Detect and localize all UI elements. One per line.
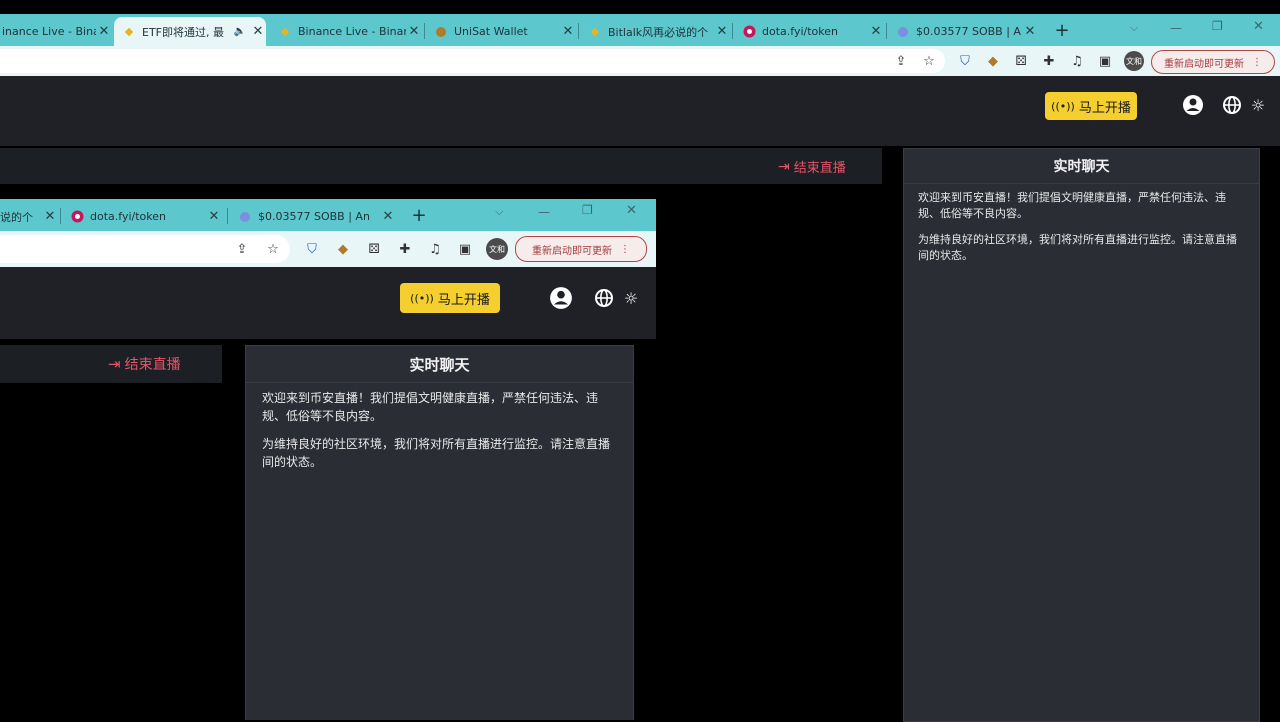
close-icon[interactable]: ✕	[714, 24, 730, 39]
globe-icon	[896, 25, 910, 39]
close-icon[interactable]: ✕	[206, 209, 222, 224]
binance-icon	[278, 25, 292, 39]
inner-new-tab-button[interactable]: +	[409, 203, 429, 227]
close-icon[interactable]: ✕	[868, 24, 884, 39]
top-black-strip	[0, 0, 1280, 14]
inner-address-toolbar: ⇪ ☆ ⛉ ◆ ⚄ ✚ ♫ ▣ 文和 重新启动即可更新 ⋮	[0, 231, 656, 267]
close-icon[interactable]: ✕	[406, 24, 422, 39]
restore-icon[interactable]: ❐	[1212, 19, 1223, 33]
share-icon[interactable]: ⇪	[892, 52, 910, 70]
inner-tab-dota[interactable]: dota.fyi/token ✕	[62, 202, 222, 231]
avatar[interactable]: 文和	[486, 238, 508, 260]
star-icon[interactable]: ☆	[920, 52, 938, 70]
chevron-down-icon[interactable]: ⌵	[495, 205, 503, 219]
unisat-ext-icon[interactable]: ◆	[984, 52, 1002, 70]
dota-icon	[70, 210, 84, 224]
inner-stream-video	[0, 383, 222, 720]
restart-update-button[interactable]: 重新启动即可更新 ⋮	[1151, 50, 1275, 74]
playlist-icon[interactable]: ♫	[1068, 52, 1086, 70]
chat-title: 实时聊天	[246, 346, 633, 383]
binance-icon	[588, 25, 602, 39]
close-icon[interactable]: ✕	[1022, 24, 1038, 39]
extension-dice-icon[interactable]: ⚄	[1012, 52, 1030, 70]
unisat-icon	[434, 25, 448, 39]
close-icon[interactable]: ✕	[380, 209, 396, 224]
close-icon[interactable]: ✕	[250, 24, 266, 39]
chat-message: 欢迎来到币安直播！我们提倡文明健康直播，严禁任何违法、违规、低俗等不良内容。	[918, 191, 1226, 220]
chevron-down-icon[interactable]: ⌵	[1130, 21, 1138, 35]
close-icon[interactable]: ✕	[42, 209, 58, 224]
restore-icon[interactable]: ❐	[582, 203, 593, 217]
globe-icon	[238, 210, 252, 224]
inner-restart-update-button[interactable]: 重新启动即可更新 ⋮	[515, 236, 647, 262]
kebab-menu-icon[interactable]: ⋮	[1252, 57, 1262, 68]
inner-tab-sobb[interactable]: $0.03577 SOBB | An ✕	[230, 202, 396, 231]
chat-message: 为维持良好的社区环境，我们将对所有直播进行监控。请注意直播间的状态。	[262, 437, 611, 469]
tab-unisat[interactable]: UniSat Wallet ✕	[426, 17, 576, 46]
sidepanel-icon[interactable]: ▣	[456, 240, 474, 258]
live-chat-panel: 实时聊天 欢迎来到币安直播！我们提倡文明健康直播，严禁任何违法、违规、低俗等不良…	[903, 148, 1260, 722]
address-toolbar: ⇪ ☆ ⛉ ◆ ⚄ ✚ ♫ ▣ 文和 重新启动即可更新 ⋮	[0, 46, 1280, 76]
minimize-icon[interactable]: —	[538, 205, 550, 219]
user-icon[interactable]	[549, 286, 573, 310]
tab-dota[interactable]: dota.fyi/token ✕	[734, 17, 884, 46]
avatar[interactable]: 文和	[1124, 51, 1144, 71]
close-window-icon[interactable]: ✕	[1253, 19, 1264, 34]
minimize-icon[interactable]: —	[1170, 21, 1182, 35]
unisat-ext-icon[interactable]: ◆	[334, 240, 352, 258]
tab-strip: inance Live - Binan ✕ ETF即将通过, 最 🔈 ✕ Bin…	[0, 14, 1280, 46]
dota-icon	[742, 25, 756, 39]
tab-bitlalk[interactable]: Bitlalk风再必说的个 ✕	[580, 17, 730, 46]
share-icon[interactable]: ⇪	[233, 240, 251, 258]
inner-tab-1[interactable]: 说的个 ✕	[0, 202, 58, 231]
site-header: ((•)) 马上开播 ☼	[0, 76, 1280, 146]
exit-icon: ⇥	[778, 158, 790, 175]
bitwarden-icon[interactable]: ⛉	[303, 240, 321, 258]
address-bar[interactable]	[0, 49, 945, 73]
kebab-menu-icon[interactable]: ⋮	[620, 244, 630, 255]
close-icon[interactable]: ✕	[96, 24, 112, 39]
speaker-icon[interactable]: 🔈	[234, 26, 246, 37]
chat-message: 为维持良好的社区环境，我们将对所有直播进行监控。请注意直播间的状态。	[918, 233, 1237, 262]
sun-icon[interactable]: ☼	[1249, 96, 1267, 115]
star-icon[interactable]: ☆	[264, 240, 282, 258]
close-icon[interactable]: ✕	[560, 24, 576, 39]
go-live-button[interactable]: ((•)) 马上开播	[1045, 92, 1137, 120]
sun-icon[interactable]: ☼	[622, 289, 640, 308]
tab-binance-live-1[interactable]: inance Live - Binan ✕	[0, 17, 112, 46]
extension-dice-icon[interactable]: ⚄	[365, 240, 383, 258]
inner-site-header: ((•)) 马上开播 ☼	[0, 267, 656, 339]
bitwarden-icon[interactable]: ⛉	[956, 52, 974, 70]
end-live-button[interactable]: ⇥ 结束直播	[778, 157, 846, 177]
new-tab-button[interactable]: +	[1052, 18, 1072, 42]
puzzle-icon[interactable]: ✚	[1040, 52, 1058, 70]
inner-browser-window: 说的个 ✕ dota.fyi/token ✕ $0.03577 SOBB | A…	[0, 199, 656, 720]
inner-tab-strip: 说的个 ✕ dota.fyi/token ✕ $0.03577 SOBB | A…	[0, 199, 656, 231]
globe-icon[interactable]	[1222, 95, 1242, 115]
exit-icon: ⇥	[108, 355, 121, 373]
tab-sobb[interactable]: $0.03577 SOBB | An ✕	[888, 17, 1038, 46]
broadcast-icon: ((•))	[410, 291, 434, 305]
inner-go-live-button[interactable]: ((•)) 马上开播	[400, 283, 500, 313]
user-icon[interactable]	[1182, 94, 1204, 116]
sidepanel-icon[interactable]: ▣	[1096, 52, 1114, 70]
broadcast-icon: ((•))	[1051, 99, 1075, 113]
playlist-icon[interactable]: ♫	[426, 240, 444, 258]
binance-icon	[122, 25, 136, 39]
tab-etf[interactable]: ETF即将通过, 最 🔈 ✕	[114, 17, 266, 46]
close-window-icon[interactable]: ✕	[626, 203, 637, 218]
stream-toolbar: ⇥ 结束直播	[0, 148, 882, 184]
chat-title: 实时聊天	[904, 149, 1259, 184]
chat-message: 欢迎来到币安直播！我们提倡文明健康直播，严禁任何违法、违规、低俗等不良内容。	[262, 391, 599, 423]
tab-binance-live-2[interactable]: Binance Live - Binan ✕	[270, 17, 422, 46]
puzzle-icon[interactable]: ✚	[396, 240, 414, 258]
inner-end-live-button[interactable]: ⇥ 结束直播	[108, 354, 181, 374]
inner-stream-toolbar: ⇥ 结束直播	[0, 345, 222, 383]
inner-live-chat-panel: 实时聊天 欢迎来到币安直播！我们提倡文明健康直播，严禁任何违法、违规、低俗等不良…	[245, 345, 634, 720]
globe-icon[interactable]	[594, 288, 614, 308]
